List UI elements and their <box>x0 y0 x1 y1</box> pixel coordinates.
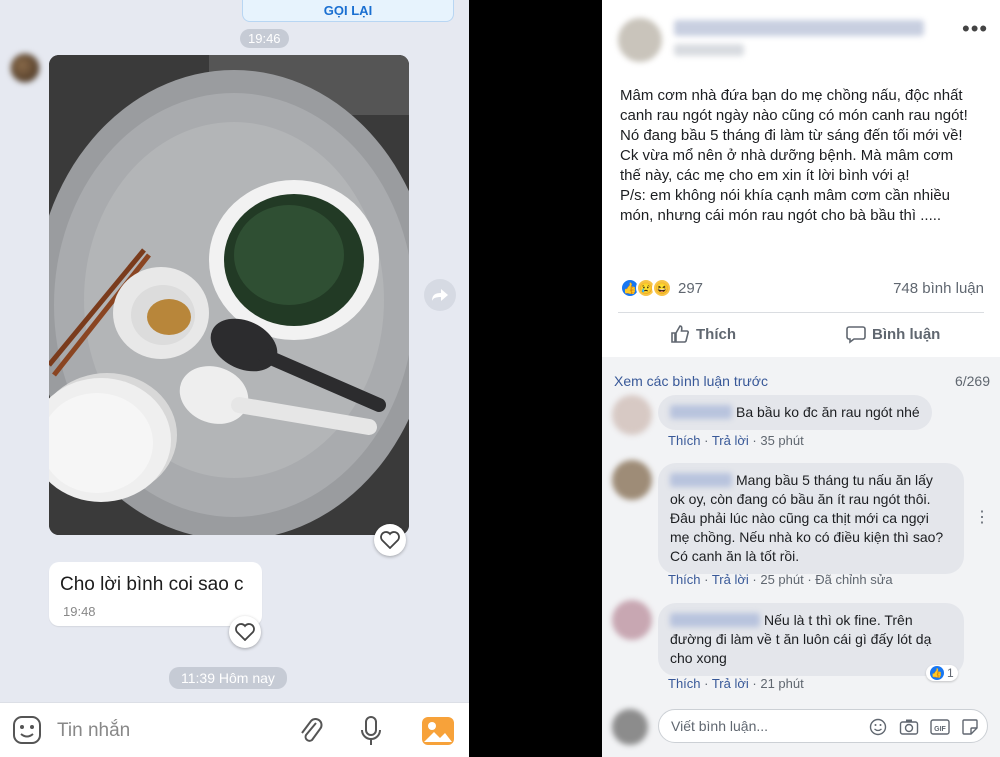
like-reaction-icon: 👍 <box>930 666 944 680</box>
comment-time: 21 phút <box>760 676 804 691</box>
more-options-button[interactable]: ••• <box>962 16 988 42</box>
shared-photo[interactable] <box>49 55 409 535</box>
comment-reply-link[interactable]: Trả lời <box>712 676 749 691</box>
comment-reply-link[interactable]: Trả lời <box>712 433 749 448</box>
commenter-name[interactable] <box>670 613 760 627</box>
comment-meta: Thích · Trả lời · 25 phút · Đã chỉnh sửa <box>668 572 893 587</box>
comment-text: Đâu phải lúc nào cũng ca thịt mới ca ngợ… <box>670 510 929 526</box>
meal-tray-photo <box>49 55 409 535</box>
heart-icon <box>235 623 255 641</box>
message-time: 19:48 <box>63 604 96 619</box>
comment-bubble: Ba bầu ko đc ăn rau ngót nhé <box>658 395 932 430</box>
camera-icon[interactable] <box>899 718 919 736</box>
post-line: thế này, các mẹ cho em xin ít lời bình v… <box>620 167 910 184</box>
reaction-summary[interactable]: 👍 😢 😆 297 <box>620 277 703 299</box>
post-line: món, nhưng cái món rau ngót cho bà bầu t… <box>620 207 942 224</box>
comment-label: Bình luận <box>872 325 941 343</box>
comment-text: cho xong <box>670 650 727 666</box>
heart-icon <box>380 531 400 549</box>
comment-like-link[interactable]: Thích <box>668 572 701 587</box>
image-icon[interactable] <box>421 715 455 747</box>
facebook-post-panel: ••• Mâm cơm nhà đứa bạn do mẹ chồng nấu,… <box>602 0 1000 757</box>
post-meta <box>674 44 744 56</box>
commenter-avatar[interactable] <box>612 600 652 640</box>
comment-time: 25 phút <box>760 572 804 587</box>
divider <box>618 312 984 313</box>
view-previous-comments-link[interactable]: Xem các bình luận trước <box>614 373 768 389</box>
comment-options-icon[interactable]: ⋮ <box>974 507 990 527</box>
mic-icon[interactable] <box>360 715 382 747</box>
photo-heart-button[interactable] <box>374 524 406 556</box>
comment-like-link[interactable]: Thích <box>668 676 701 691</box>
callback-button[interactable]: GỌI LẠI <box>242 0 454 22</box>
post-line: canh rau ngót ngày nào cũng có món canh … <box>620 107 968 124</box>
time-divider-bottom: 11:39 Hôm nay <box>169 667 287 689</box>
comment-text: Mang bầu 5 tháng tu nấu ăn lấy <box>736 472 933 488</box>
message-input[interactable]: Tin nhắn <box>57 720 130 742</box>
svg-text:GIF: GIF <box>934 726 946 733</box>
message-bubble[interactable]: Cho lời bình coi sao c 19:48 <box>49 562 262 626</box>
post-line: Nó đang bầu 5 tháng đi làm từ sáng đến t… <box>620 127 963 144</box>
message-text: Cho lời bình coi sao c <box>60 574 244 595</box>
write-comment-box[interactable]: Viết bình luận... GIF <box>658 709 988 743</box>
thumbs-up-icon <box>671 325 689 343</box>
commenter-name[interactable] <box>670 473 732 487</box>
my-avatar <box>612 709 648 745</box>
attach-icon[interactable] <box>298 715 324 747</box>
gif-icon[interactable]: GIF <box>930 718 950 736</box>
emoji-icon[interactable] <box>12 715 42 745</box>
edited-label[interactable]: Đã chỉnh sửa <box>815 572 892 587</box>
write-comment-input[interactable]: Viết bình luận... <box>671 718 768 734</box>
comment-meta: Thích · Trả lời · 35 phút <box>668 433 804 448</box>
comment-pager: 6/269 <box>954 373 990 389</box>
commenter-avatar[interactable] <box>612 460 652 500</box>
comment-reaction-count: 1 <box>947 666 954 680</box>
commenter-avatar[interactable] <box>612 395 652 435</box>
comment-button[interactable]: Bình luận <box>846 324 940 344</box>
message-input-bar: Tin nhắn <box>0 702 469 757</box>
message-heart-button[interactable] <box>229 616 261 648</box>
post-line: P/s: em không nói khía cạnh mâm cơm cần … <box>620 187 950 204</box>
comment-reply-link[interactable]: Trả lời <box>712 572 749 587</box>
comment-text: đường đi làm về t ăn luôn cái gì đấy lót… <box>670 631 932 647</box>
like-label: Thích <box>696 325 736 343</box>
haha-reaction-icon: 😆 <box>652 278 672 298</box>
like-button[interactable]: Thích <box>670 324 736 344</box>
chat-panel: GỌI LẠI 19:46 Cho lời bình coi sao c 19:… <box>0 0 469 757</box>
share-button[interactable] <box>424 279 456 311</box>
comment-bubble: Nếu là t thì ok fine. Trên đường đi làm … <box>658 603 964 676</box>
comment-bubble: Mang bầu 5 tháng tu nấu ăn lấy ok oy, cò… <box>658 463 964 574</box>
comment-text: Có canh ăn là tốt rồi. <box>670 548 800 564</box>
reaction-count: 297 <box>678 279 704 297</box>
comment-like-link[interactable]: Thích <box>668 433 701 448</box>
time-divider-top: 19:46 <box>240 29 289 48</box>
comment-text: Ba bầu ko đc ăn rau ngót nhé <box>736 404 920 420</box>
comment-text: ok oy, còn đang có bầu ăn ít rau ngót th… <box>670 491 931 507</box>
post-line: Mâm cơm nhà đứa bạn do mẹ chồng nấu, độc… <box>620 87 963 104</box>
emoji-icon[interactable] <box>869 718 887 736</box>
poster-avatar[interactable] <box>618 18 662 62</box>
share-icon <box>432 289 448 301</box>
poster-name[interactable] <box>674 20 924 36</box>
comment-text: mẹ chồng. Nếu nhà ko có điều kiện thì sa… <box>670 529 944 545</box>
comment-meta: Thích · Trả lời · 21 phút <box>668 676 804 691</box>
comments-section: Xem các bình luận trước 6/269 Ba bầu ko … <box>602 357 1000 757</box>
comment-text: Nếu là t thì ok fine. Trên <box>764 612 913 628</box>
sticker-icon[interactable] <box>961 718 979 736</box>
sender-avatar[interactable] <box>10 53 40 83</box>
comment-count[interactable]: 748 bình luận <box>893 280 984 297</box>
comment-reaction-badge[interactable]: 👍 1 <box>926 665 958 681</box>
post-body: Mâm cơm nhà đứa bạn do mẹ chồng nấu, độc… <box>620 86 990 226</box>
commenter-name[interactable] <box>670 405 732 419</box>
post-line: Ck vừa mổ nên ở nhà dưỡng bệnh. Mà mâm c… <box>620 147 954 164</box>
comment-icon <box>846 326 866 344</box>
comment-time: 35 phút <box>760 433 804 448</box>
